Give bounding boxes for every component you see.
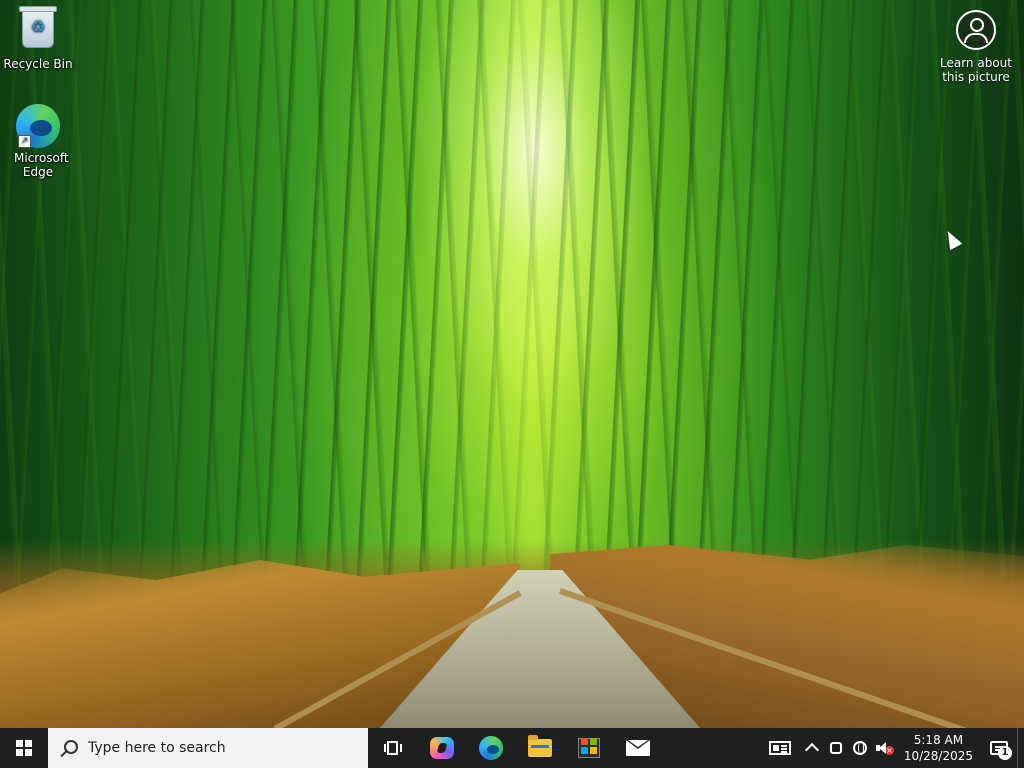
copilot-button[interactable]	[417, 728, 466, 768]
show-desktop-button[interactable]	[1017, 728, 1024, 768]
mail-button[interactable]	[613, 728, 662, 768]
clock[interactable]: 5:18 AM 10/28/2025	[896, 732, 981, 764]
taskbar-search-box[interactable]: Type here to search	[48, 728, 368, 768]
network-button[interactable]	[848, 728, 872, 768]
desktop-wallpaper[interactable]	[0, 0, 1024, 728]
clock-date: 10/28/2025	[903, 749, 973, 763]
store-button[interactable]	[564, 728, 613, 768]
task-view-icon	[383, 741, 402, 755]
store-icon	[577, 738, 600, 758]
camera-info-icon	[956, 10, 996, 50]
chevron-up-icon	[804, 742, 819, 758]
edge-icon: ↗	[16, 104, 60, 148]
desktop-icon-microsoft-edge[interactable]: ↗ Microsoft Edge	[0, 104, 76, 179]
shortcut-arrow-icon: ↗	[18, 135, 31, 148]
news-widget-button[interactable]	[760, 728, 800, 768]
notification-count: 1	[998, 746, 1012, 760]
clock-time: 5:18 AM	[913, 733, 964, 747]
show-hidden-icons-button[interactable]	[800, 728, 824, 768]
desktop-icon-recycle-bin[interactable]: ♻ Recycle Bin	[0, 6, 76, 71]
windows-logo-icon	[16, 740, 32, 756]
notification-center-button[interactable]: 1	[981, 728, 1017, 768]
copilot-icon	[429, 737, 454, 759]
desktop-icon-label: Microsoft Edge	[14, 151, 69, 179]
file-explorer-button[interactable]	[515, 728, 564, 768]
edge-taskbar-button[interactable]	[466, 728, 515, 768]
recycle-bin-icon: ♻	[16, 6, 60, 54]
learn-about-picture[interactable]: Learn about this picture	[938, 10, 1014, 84]
globe-network-icon	[852, 741, 867, 755]
taskbar: Type here to search × 5:18 AM 10/28/2025…	[0, 728, 1024, 768]
task-view-button[interactable]	[368, 728, 417, 768]
start-button[interactable]	[0, 728, 48, 768]
desktop-icon-label: Recycle Bin	[3, 57, 73, 71]
mail-icon	[625, 740, 650, 756]
volume-button[interactable]: ×	[872, 728, 896, 768]
system-tray: × 5:18 AM 10/28/2025 1	[760, 728, 1024, 768]
edge-icon	[478, 736, 503, 760]
search-icon	[58, 738, 78, 758]
speaker-muted-icon: ×	[875, 741, 894, 755]
news-icon	[768, 741, 791, 755]
search-placeholder: Type here to search	[88, 740, 226, 756]
camera-icon	[829, 742, 842, 754]
learn-about-picture-label: Learn about this picture	[940, 56, 1012, 84]
meet-now-button[interactable]	[824, 728, 848, 768]
folder-icon	[527, 735, 552, 757]
